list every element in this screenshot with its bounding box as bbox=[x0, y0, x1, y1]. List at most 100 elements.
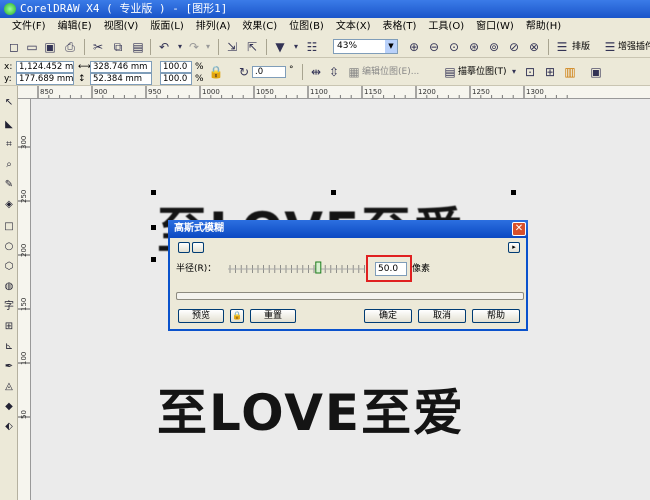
selection-handle[interactable] bbox=[151, 257, 156, 262]
scale-y-field[interactable]: 100.0 bbox=[160, 73, 192, 85]
help-button[interactable]: 帮助 bbox=[472, 309, 520, 323]
eyedropper-tool-icon[interactable]: ✒ bbox=[2, 360, 16, 374]
slider-thumb[interactable] bbox=[315, 261, 322, 274]
menu-view[interactable]: 视图(V) bbox=[98, 18, 145, 36]
close-icon[interactable]: ✕ bbox=[512, 222, 526, 236]
trace-dropdown-icon[interactable]: ▾ bbox=[506, 64, 522, 80]
menu-file[interactable]: 文件(F) bbox=[6, 18, 52, 36]
menu-layout[interactable]: 版面(L) bbox=[144, 18, 189, 36]
preview-button[interactable]: 预览 bbox=[178, 309, 224, 323]
export-icon[interactable]: ⇱ bbox=[244, 39, 260, 55]
zoom-level-select[interactable]: 43% ▼ bbox=[333, 39, 398, 54]
enhance-plugin-label[interactable]: 增强插件 bbox=[618, 41, 650, 53]
freehand-tool-icon[interactable]: ✎ bbox=[2, 178, 16, 192]
menu-text[interactable]: 文本(X) bbox=[330, 18, 377, 36]
undo-icon[interactable]: ↶ bbox=[156, 39, 172, 55]
split-preview-icon[interactable] bbox=[192, 242, 204, 253]
rotation-icon: ↻ bbox=[238, 65, 250, 79]
bitmap-color-mask-icon[interactable]: ▥ bbox=[562, 64, 578, 80]
menu-effects[interactable]: 效果(C) bbox=[236, 18, 283, 36]
selection-handle[interactable] bbox=[151, 190, 156, 195]
interactive-fill-icon[interactable]: ⬖ bbox=[2, 420, 16, 434]
edit-bitmap-icon[interactable]: ▦ bbox=[346, 64, 362, 80]
radius-slider[interactable] bbox=[228, 260, 366, 278]
resample-icon[interactable]: ⊞ bbox=[542, 64, 558, 80]
print-icon[interactable]: ⎙ bbox=[62, 39, 78, 55]
reset-button[interactable]: 重置 bbox=[250, 309, 296, 323]
copy-icon[interactable]: ⧉ bbox=[110, 39, 126, 55]
selection-handle[interactable] bbox=[151, 225, 156, 230]
y-position-field[interactable]: 177.689 mm bbox=[16, 73, 74, 85]
zoom-out-icon[interactable]: ⊖ bbox=[426, 39, 442, 55]
new-icon[interactable]: ◻ bbox=[6, 39, 22, 55]
launcher-dropdown-icon[interactable]: ▾ bbox=[288, 39, 304, 55]
crop-tool-icon[interactable]: ⌗ bbox=[2, 138, 16, 152]
separator bbox=[150, 39, 151, 55]
open-icon[interactable]: ▭ bbox=[24, 39, 40, 55]
toolbox: ↖ ◣ ⌗ ⌕ ✎ ◈ □ ○ ⬡ ◍ 字 ⊞ ⊾ ✒ ◬ ◆ ⬖ bbox=[0, 86, 18, 500]
collapse-preview-icon[interactable] bbox=[178, 242, 190, 253]
paste-icon[interactable]: ▤ bbox=[130, 39, 146, 55]
menu-edit[interactable]: 编辑(E) bbox=[52, 18, 98, 36]
menu-table[interactable]: 表格(T) bbox=[377, 18, 423, 36]
menu-window[interactable]: 窗口(W) bbox=[470, 18, 520, 36]
zoom-width-icon[interactable]: ⊘ bbox=[506, 39, 522, 55]
zoom-height-icon[interactable]: ⊗ bbox=[526, 39, 542, 55]
selection-handle[interactable] bbox=[511, 190, 516, 195]
basic-shapes-icon[interactable]: ◍ bbox=[2, 280, 16, 294]
x-position-field[interactable]: 1,124.452 mm bbox=[16, 61, 74, 73]
crop-bitmap-icon[interactable]: ⊡ bbox=[522, 64, 538, 80]
separator bbox=[302, 64, 303, 80]
dimension-tool-icon[interactable]: ⊾ bbox=[2, 340, 16, 354]
trace-bitmap-button[interactable]: 描摹位图(T) bbox=[458, 66, 507, 78]
ruler-label: 1100 bbox=[310, 88, 328, 96]
polygon-tool-icon[interactable]: ⬡ bbox=[2, 260, 16, 274]
wrap-text-icon[interactable]: ▣ bbox=[588, 64, 604, 80]
outline-tool-icon[interactable]: ◬ bbox=[2, 380, 16, 394]
zoom-in-icon[interactable]: ⊕ bbox=[406, 39, 422, 55]
redo-dropdown-icon[interactable]: ▾ bbox=[200, 39, 216, 55]
shape-tool-icon[interactable]: ◣ bbox=[2, 118, 16, 132]
pick-tool-icon[interactable]: ↖ bbox=[2, 96, 16, 110]
layout-icon[interactable]: ☰ bbox=[554, 39, 570, 55]
height-field[interactable]: 52.384 mm bbox=[90, 73, 152, 85]
zoom-all-icon[interactable]: ⊛ bbox=[466, 39, 482, 55]
menu-bitmaps[interactable]: 位图(B) bbox=[283, 18, 330, 36]
mirror-horizontal-icon[interactable]: ⇹ bbox=[308, 64, 324, 80]
application-launcher-icon[interactable]: ▼ bbox=[272, 39, 288, 55]
ok-button[interactable]: 确定 bbox=[364, 309, 412, 323]
text-tool-icon[interactable]: 字 bbox=[2, 300, 16, 314]
smart-fill-icon[interactable]: ◈ bbox=[2, 198, 16, 212]
cancel-button[interactable]: 取消 bbox=[418, 309, 466, 323]
lock-icon[interactable]: 🔒 bbox=[230, 309, 244, 323]
trace-bitmap-icon[interactable]: ▤ bbox=[442, 64, 458, 80]
zoom-tool-icon[interactable]: ⌕ bbox=[2, 158, 16, 172]
fill-tool-icon[interactable]: ◆ bbox=[2, 400, 16, 414]
cut-icon[interactable]: ✂ bbox=[90, 39, 106, 55]
menu-arrange[interactable]: 排列(A) bbox=[190, 18, 237, 36]
zoom-selected-icon[interactable]: ⊙ bbox=[446, 39, 462, 55]
chevron-down-icon[interactable]: ▼ bbox=[385, 40, 397, 53]
import-icon[interactable]: ⇲ bbox=[224, 39, 240, 55]
menu-tools[interactable]: 工具(O) bbox=[422, 18, 470, 36]
enhance-plugin-icon[interactable]: ☰ bbox=[602, 39, 618, 55]
welcome-screen-icon[interactable]: ☷ bbox=[304, 39, 320, 55]
zoom-page-icon[interactable]: ⊚ bbox=[486, 39, 502, 55]
width-field[interactable]: 328.746 mm bbox=[90, 61, 152, 73]
save-icon[interactable]: ▣ bbox=[42, 39, 58, 55]
expand-arrow-icon[interactable]: ▸ bbox=[508, 242, 520, 253]
ellipse-tool-icon[interactable]: ○ bbox=[2, 240, 16, 254]
mirror-vertical-icon[interactable]: ⇳ bbox=[326, 64, 342, 80]
rotation-angle-field[interactable]: .0 bbox=[252, 66, 286, 78]
scale-y-unit: % bbox=[195, 74, 204, 84]
table-tool-icon[interactable]: ⊞ bbox=[2, 320, 16, 334]
scale-x-field[interactable]: 100.0 bbox=[160, 61, 192, 73]
rectangle-tool-icon[interactable]: □ bbox=[2, 220, 16, 234]
dialog-titlebar[interactable]: 高斯式模糊 ✕ bbox=[168, 220, 528, 238]
vertical-ruler: 300 250 200 150 100 50 bbox=[18, 99, 31, 500]
lock-ratio-icon[interactable]: 🔒 bbox=[208, 64, 224, 80]
layout-label[interactable]: 排版 bbox=[572, 41, 590, 53]
text-object[interactable]: 至LOVE至爱 bbox=[157, 373, 465, 445]
edit-bitmap-button[interactable]: 编辑位图(E)... bbox=[362, 66, 419, 78]
menu-help[interactable]: 帮助(H) bbox=[520, 18, 567, 36]
